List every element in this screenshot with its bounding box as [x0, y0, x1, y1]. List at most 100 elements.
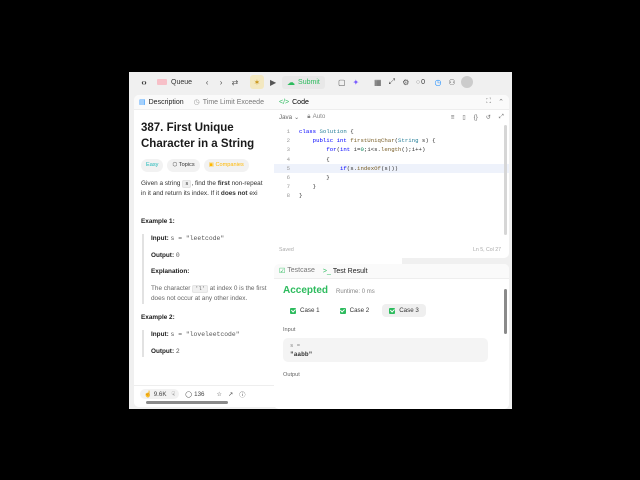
editor-toolbar: Java ⌄ 🔒︎ Auto ≡ ▯ {} ↺ ⤢ — [274, 110, 509, 124]
code-text: } — [299, 173, 330, 181]
language-select[interactable]: Java ⌄ — [279, 114, 299, 121]
problem-list-label[interactable]: Queue — [171, 79, 192, 86]
timer-icon[interactable]: ◷ — [431, 75, 445, 89]
like-count: 9.6K — [153, 390, 167, 398]
avatar[interactable] — [460, 76, 473, 88]
tab-testcase[interactable]: ☑ Testcase — [279, 267, 315, 275]
code-line: 3 for(int i=0;i<s.length();i++) — [274, 145, 509, 154]
help-icon[interactable]: ⓘ — [239, 390, 245, 399]
case-tab-2[interactable]: Case 2 — [333, 304, 377, 317]
collapse-icon[interactable]: ⌃ — [498, 98, 504, 106]
checkbox-icon: ☑ — [279, 268, 286, 275]
code-line-active: 5 if(s.indexOf(s|)) — [274, 163, 509, 173]
topics-tag[interactable]: ⬡ Topics — [167, 159, 200, 172]
tag-icon: ⬡ — [172, 162, 178, 169]
bookmark-icon[interactable]: ▯ — [462, 114, 465, 121]
check-icon — [290, 307, 296, 314]
code-line: 4 { — [274, 155, 509, 164]
check-icon — [389, 307, 396, 314]
input-value: s = "leetcode" — [170, 234, 225, 242]
topics-label: Topics — [178, 162, 195, 169]
layout-icon[interactable]: ▦ — [371, 75, 385, 89]
tab-status-label: Time Limit Exceede — [202, 98, 264, 106]
shuffle-icon[interactable]: ⇄ — [228, 75, 242, 89]
code-brackets-icon: </> — [279, 98, 290, 106]
fire-icon: ○ — [415, 78, 421, 86]
output-label: Output: — [151, 251, 175, 259]
run-icon[interactable]: ▶ — [266, 75, 280, 89]
case-tab-3[interactable]: Case 3 — [382, 304, 426, 317]
tab-result-label: Test Result — [332, 267, 368, 275]
notes-icon[interactable]: ▢ — [335, 75, 349, 89]
lock-icon: 🔒︎ — [307, 113, 311, 120]
share-icon[interactable]: ↗ — [228, 391, 233, 398]
right-column: </> Code ⛶ ⌃ Java ⌄ 🔒︎ Auto ≡ ▯ {} ↺ ⤢ 1… — [274, 95, 509, 409]
input-label: Input: — [151, 234, 169, 242]
tab-description-label: Description — [148, 98, 184, 106]
code-text: for(int i=0;i<s.length();i++) — [326, 146, 426, 154]
text: at index 0 is the first — [207, 285, 267, 293]
streak-counter[interactable]: ○ 0 — [416, 79, 425, 86]
thumbs-up-icon: ☝ — [144, 391, 152, 398]
verdict: Accepted — [283, 285, 329, 296]
line-number: 6 — [286, 173, 290, 181]
inline-code: 'l' — [192, 285, 208, 294]
editor-statusbar: Saved Ln 5, Col 27 — [279, 247, 501, 253]
language-label: Java — [279, 113, 293, 121]
horizontal-scrollbar[interactable] — [146, 401, 228, 404]
format-braces-icon[interactable]: {} — [474, 114, 478, 121]
ai-sparkle-icon[interactable]: ✦ — [349, 75, 363, 89]
tab-description[interactable]: ▤ Description — [134, 98, 189, 107]
reset-icon[interactable]: ↺ — [486, 114, 491, 121]
case-label: Case 1 — [300, 307, 320, 314]
notes-list-icon[interactable]: ≡ — [451, 114, 455, 121]
thumbs-down-icon[interactable]: ☟ — [171, 391, 175, 398]
logo-icon[interactable]: ‹› — [137, 75, 151, 89]
comments-button[interactable]: ◯ 136 — [185, 391, 204, 398]
explanation-label: Explanation: — [151, 268, 190, 276]
case-label: Case 2 — [349, 307, 370, 314]
chevron-left-icon[interactable]: ‹ — [200, 75, 214, 89]
problem-list-icon[interactable] — [157, 79, 167, 85]
auto-mode[interactable]: 🔒︎ Auto — [307, 113, 325, 121]
save-status: Saved — [279, 247, 294, 253]
expand-icon[interactable]: ⤢ — [385, 75, 399, 89]
fullscreen-icon[interactable]: ⤢ — [499, 113, 504, 121]
output-label: Output: — [151, 348, 175, 356]
submit-label: Submit — [298, 78, 320, 86]
terminal-icon: >_ — [322, 267, 331, 275]
companies-tag[interactable]: ▣ Companies — [203, 159, 249, 172]
line-number: 7 — [286, 183, 290, 191]
case-tab-1[interactable]: Case 1 — [283, 304, 327, 317]
cloud-upload-icon: ☁ — [287, 77, 296, 87]
code-editor[interactable]: 1 class Solution { 2 public int firstUniq… — [274, 124, 509, 201]
companies-label: Companies — [215, 162, 244, 169]
editor-scrollbar[interactable] — [504, 125, 507, 235]
settings-gear-icon[interactable]: ⚙ — [399, 75, 413, 89]
lock-icon: ▣ — [208, 162, 214, 169]
chevron-right-icon[interactable]: › — [214, 75, 228, 89]
cursor-position: Ln 5, Col 27 — [473, 247, 501, 253]
line-number: 8 — [286, 192, 290, 200]
bold-text: does not — [220, 189, 248, 197]
tab-submission-status[interactable]: ◷ Time Limit Exceede — [189, 98, 269, 107]
debug-icon[interactable]: ✶ — [250, 75, 265, 89]
code-text: if(s.indexOf(s|)) — [339, 164, 399, 172]
code-panel-title: Code — [292, 98, 309, 106]
line-number: 4 — [286, 155, 290, 163]
var-value: "aabb" — [290, 351, 313, 358]
mode-label: Auto — [312, 113, 326, 120]
add-user-icon[interactable]: ⚇ — [445, 75, 459, 89]
code-line: 1 class Solution { — [274, 127, 509, 136]
submit-button[interactable]: ☁ Submit — [282, 75, 325, 89]
code-text: } — [299, 192, 303, 200]
like-button[interactable]: ☝ 9.6K ☟ — [140, 389, 180, 399]
problem-title: 387. First Unique Character in a String — [141, 122, 255, 151]
result-scrollbar[interactable] — [504, 289, 507, 334]
maximize-icon[interactable]: ⛶ — [486, 98, 491, 106]
code-line: 2 public int firstUniqChar(String s) { — [274, 136, 509, 145]
output-value: 0 — [175, 251, 180, 259]
star-icon[interactable]: ☆ — [217, 391, 223, 398]
code-text: class Solution { — [299, 128, 354, 135]
tab-test-result[interactable]: >_ Test Result — [323, 268, 368, 275]
